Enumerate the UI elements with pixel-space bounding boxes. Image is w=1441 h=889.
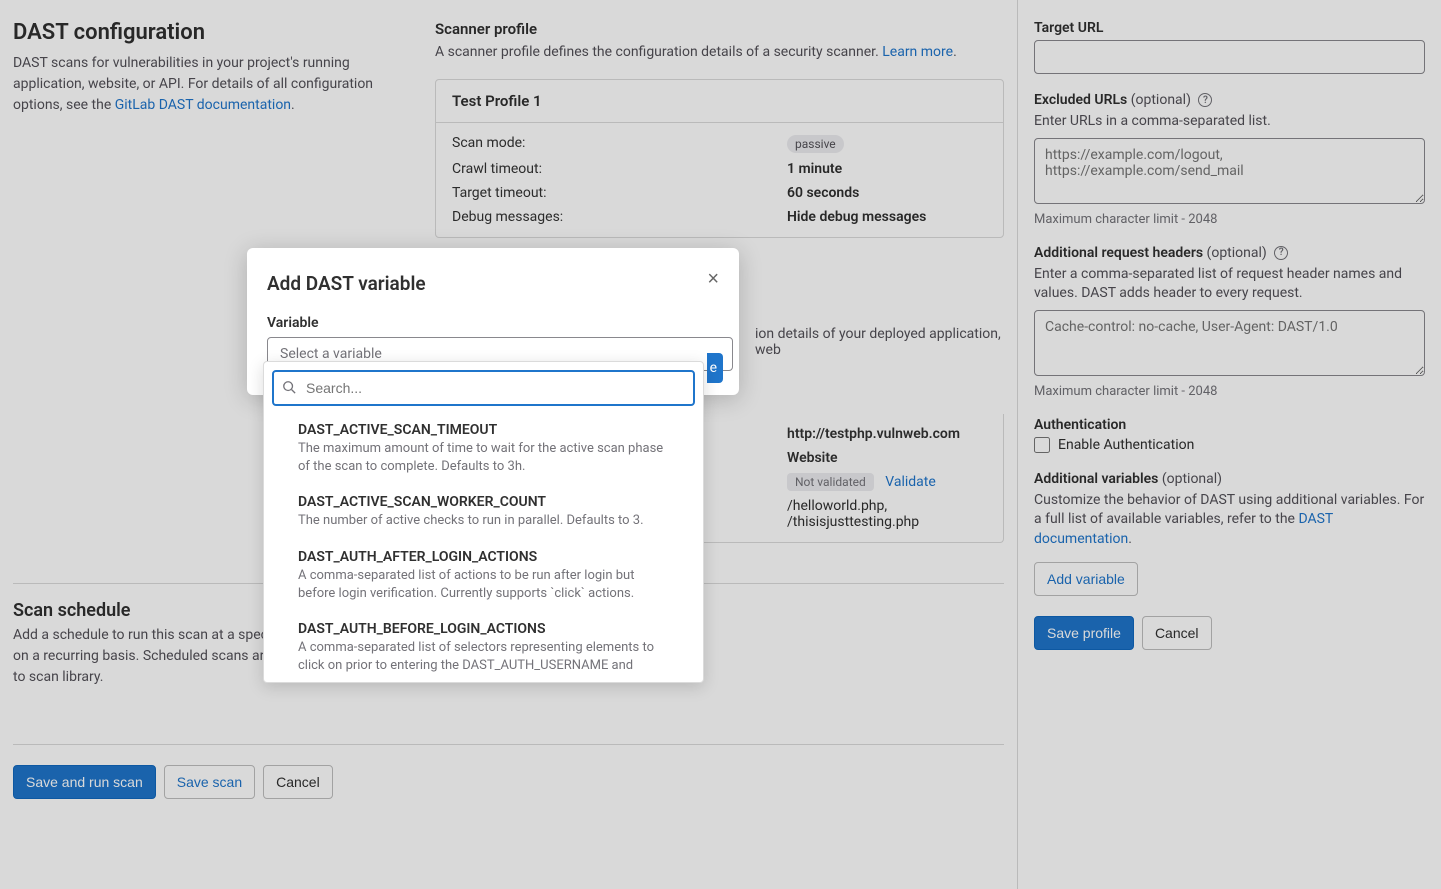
search-icon [282,380,296,398]
variable-option-name: DAST_ACTIVE_SCAN_WORKER_COUNT [298,494,669,510]
hidden-save-fragment: e [707,353,723,383]
select-placeholder: Select a variable [280,346,382,362]
variable-option-desc: The maximum amount of time to wait for t… [298,440,669,476]
close-icon[interactable]: × [707,268,719,291]
variable-option[interactable]: DAST_AUTH_BEFORE_LOGIN_ACTIONS A comma-se… [264,613,703,674]
variable-search-input[interactable] [272,370,695,406]
variable-option[interactable]: DAST_ACTIVE_SCAN_TIMEOUT The maximum amou… [264,414,703,486]
modal-title: Add DAST variable [267,272,719,295]
modal-overlay[interactable] [0,0,1441,889]
variable-option-name: DAST_ACTIVE_SCAN_TIMEOUT [298,422,669,438]
variable-option[interactable]: DAST_ACTIVE_SCAN_WORKER_COUNT The number … [264,486,703,540]
variable-option-desc: A comma-separated list of actions to be … [298,567,669,603]
variable-dropdown: DAST_ACTIVE_SCAN_TIMEOUT The maximum amou… [263,361,704,683]
variable-option[interactable]: DAST_AUTH_AFTER_LOGIN_ACTIONS A comma-sep… [264,541,703,613]
variable-option-name: DAST_AUTH_BEFORE_LOGIN_ACTIONS [298,621,669,637]
variable-option-name: DAST_AUTH_AFTER_LOGIN_ACTIONS [298,549,669,565]
variable-option-desc: The number of active checks to run in pa… [298,512,669,530]
variable-label: Variable [267,315,719,331]
variable-option-desc: A comma-separated list of selectors repr… [298,639,669,674]
